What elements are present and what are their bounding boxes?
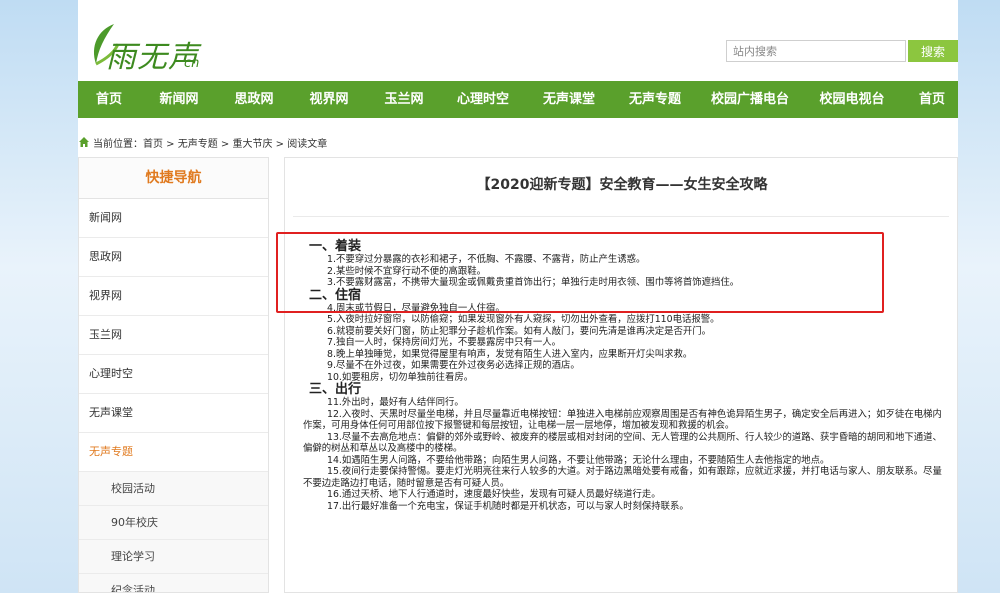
article-line: 14.如遇陌生男人问路，不要给他带路；向陌生男人问路，不要让他带路；无论什么理由… <box>327 454 830 466</box>
article-title: 【2020迎新专题】安全教育——女生安全攻略 <box>476 177 768 193</box>
section-heading: 二、住宿 <box>309 287 362 303</box>
article-line: 10.如要租房，切勿单独前往看房。 <box>327 371 474 383</box>
nav-item-classroom[interactable]: 无声课堂 <box>526 81 612 118</box>
article-line: 12.入夜时、天黑时尽量坐电梯，并且尽量靠近电梯按钮：单独进入电梯前应观察周围是… <box>303 408 942 432</box>
article-body: 一、着装 1.不要穿过分暴露的衣衫和裙子，不低胸、不露腰、不露背，防止产生诱惑。… <box>303 240 943 512</box>
section-heading: 三、出行 <box>309 382 362 397</box>
article-line: 16.通过天桥、地下人行通道时，速度最好快些，发现有可疑人员最好绕道行走。 <box>327 489 661 500</box>
article-line: 4.周末或节假日，尽量避免独自一人住宿。 <box>327 302 505 314</box>
nav-item-politics[interactable]: 思政网 <box>218 81 290 118</box>
search-input[interactable] <box>726 40 906 62</box>
nav-item-topics[interactable]: 无声专题 <box>612 81 698 118</box>
title-divider <box>293 216 949 217</box>
article-line: 8.晚上单独睡觉，如果觉得屋里有响声，发觉有陌生人进入室内，应果断开灯尖叫求救。 <box>327 348 693 360</box>
nav-item-news[interactable]: 新闻网 <box>140 81 218 118</box>
site-logo[interactable]: 雨无声 cn <box>78 14 218 76</box>
sidebar-subitem-commemoration[interactable]: 纪念活动 <box>79 574 268 592</box>
main-nav: 首页 新闻网 思政网 视界网 玉兰网 心理时空 无声课堂 无声专题 校园广播电台… <box>78 81 958 118</box>
sidebar-subitem-anniversary[interactable]: 90年校庆 <box>79 506 268 540</box>
sidebar-item-vision[interactable]: 视界网 <box>79 277 268 316</box>
article-line: 13.尽量不去高危地点：偏僻的郊外或野岭、被废弃的楼层或相对封闭的空间、无人管理… <box>303 431 942 455</box>
sidebar-item-topics[interactable]: 无声专题 <box>79 433 268 472</box>
nav-item-home-2[interactable]: 首页 <box>902 81 958 118</box>
article-line: 3.不要露财露富，不携带大量现金或佩戴贵重首饰出行；单独行走时用衣领、围巾等将首… <box>327 277 740 288</box>
sidebar-item-news[interactable]: 新闻网 <box>79 199 268 238</box>
sidebar: 快捷导航 新闻网 思政网 视界网 玉兰网 心理时空 无声课堂 无声专题 校园活动… <box>78 157 269 593</box>
sidebar-item-psychology[interactable]: 心理时空 <box>79 355 268 394</box>
article-line: 5.入夜时拉好窗帘，以防偷窥；如果发现窗外有人窥探，切勿出外查看，应拨打110电… <box>327 314 720 325</box>
sidebar-item-classroom[interactable]: 无声课堂 <box>79 394 268 433</box>
logo-suffix: cn <box>184 56 200 71</box>
sidebar-title: 快捷导航 <box>79 158 268 199</box>
article-line: 7.独自一人时，保持房间灯光，不要暴露房中只有一人。 <box>327 337 561 348</box>
article-line: 15.夜间行走要保持警惕。要走灯光明亮往来行人较多的大道。对于路边黑暗处要有戒备… <box>303 466 942 489</box>
nav-item-psychology[interactable]: 心理时空 <box>440 81 526 118</box>
article-line: 6.就寝前要关好门窗，防止犯罪分子趁机作案。如有人敲门，要问先清是谁再决定是否开… <box>327 325 711 337</box>
breadcrumb-text[interactable]: 当前位置：首页 > 无声专题 > 重大节庆 > 阅读文章 <box>93 135 327 150</box>
search-bar: 搜索 <box>726 40 958 64</box>
nav-item-vision[interactable]: 视界网 <box>290 81 368 118</box>
article-line: 11.外出时，最好有人结伴同行。 <box>327 397 464 408</box>
article-line: 2.某些时候不宜穿行动不便的高跟鞋。 <box>327 265 486 277</box>
article-panel: 【2020迎新专题】安全教育——女生安全攻略 一、着装 1.不要穿过分暴露的衣衫… <box>284 157 958 593</box>
sidebar-item-yulan[interactable]: 玉兰网 <box>79 316 268 355</box>
home-icon <box>79 137 89 147</box>
nav-item-home[interactable]: 首页 <box>78 81 140 118</box>
article-line: 1.不要穿过分暴露的衣衫和裙子，不低胸、不露腰、不露背，防止产生诱惑。 <box>327 254 646 265</box>
background-sky-left <box>0 0 78 593</box>
article-line: 17.出行最好准备一个充电宝，保证手机随时都是开机状态，可以与家人时刻保持联系。 <box>327 500 689 512</box>
sidebar-subitem-theory-study[interactable]: 理论学习 <box>79 540 268 574</box>
search-button[interactable]: 搜索 <box>908 40 958 62</box>
sidebar-item-politics[interactable]: 思政网 <box>79 238 268 277</box>
nav-item-radio[interactable]: 校园广播电台 <box>698 81 802 118</box>
section-heading: 一、着装 <box>309 239 362 254</box>
breadcrumb: 当前位置：首页 > 无声专题 > 重大节庆 > 阅读文章 <box>78 134 327 150</box>
article-line: 9.尽量不在外过夜，如果需要在外过夜务必选择正规的酒店。 <box>327 360 580 371</box>
nav-item-yulan[interactable]: 玉兰网 <box>368 81 440 118</box>
sidebar-subitem-campus-activities[interactable]: 校园活动 <box>79 472 268 506</box>
page-container: 雨无声 cn 搜索 首页 新闻网 思政网 视界网 玉兰网 心理时空 无声课堂 无… <box>78 0 958 593</box>
nav-item-tv[interactable]: 校园电视台 <box>802 81 902 118</box>
